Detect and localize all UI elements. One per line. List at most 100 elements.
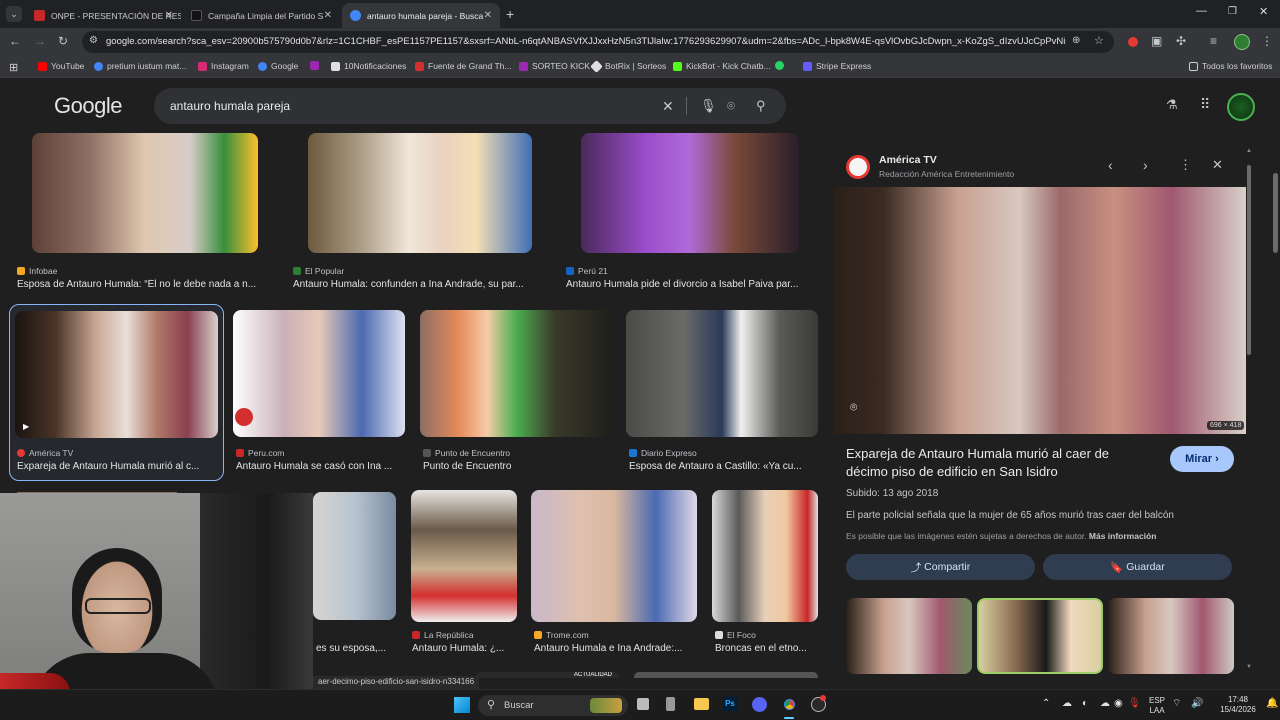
forward-icon[interactable]: → <box>34 34 46 48</box>
result-thumbnail[interactable] <box>233 310 405 437</box>
show-hidden-icons[interactable]: ⌃ <box>1042 699 1050 709</box>
result-card[interactable]: Infobae Esposa de Antauro Humala: “Él no… <box>0 133 280 298</box>
google-logo[interactable]: Google <box>54 93 122 119</box>
result-thumbnail[interactable]: ACTUALIDAD <box>476 672 619 678</box>
close-tab-icon[interactable]: ✕ <box>165 10 173 21</box>
panel-scroll-down-icon[interactable]: ▼ <box>1246 664 1252 670</box>
extension-icon[interactable]: ▣ <box>1151 34 1162 48</box>
account-avatar[interactable] <box>1227 93 1255 121</box>
address-bar[interactable]: ⚙ google.com/search?sca_esv=20900b575790… <box>82 31 1114 53</box>
result-card-selected[interactable]: ▶ América TV Expareja de Antauro Humala … <box>9 304 224 481</box>
tab-google-search[interactable]: antauro humala pareja - Busca ✕ <box>342 3 500 28</box>
apps-grid-icon[interactable]: ⊞ <box>9 61 18 74</box>
result-card[interactable]: Trome.com Antauro Humala e Ina Andrade:.… <box>528 490 703 660</box>
site-info-icon[interactable]: ⚙ <box>89 35 98 46</box>
file-explorer-icon[interactable] <box>694 698 709 710</box>
share-button[interactable]: ⤴ Compartir <box>846 554 1035 580</box>
more-options-icon[interactable]: ⋮ <box>1179 157 1192 173</box>
chrome-icon[interactable] <box>781 696 798 713</box>
result-title[interactable]: Broncas en el etno... <box>715 643 820 654</box>
network-icon[interactable]: ⌔ <box>1172 699 1181 709</box>
bookmark-sorteo-kick[interactable]: SORTEO KICK <box>519 61 590 71</box>
tray-app-icon[interactable]: ☁ <box>1062 699 1072 709</box>
result-thumbnail[interactable] <box>32 133 258 253</box>
result-title[interactable]: Expareja de Antauro Humala murió al c... <box>17 461 219 472</box>
page-scrollbar-thumb[interactable] <box>1273 173 1278 253</box>
result-title[interactable]: Antauro Humala e Ina Andrade:... <box>534 643 696 654</box>
clock[interactable]: 17:48 15/4/2026 <box>1218 695 1258 715</box>
bookmark-star-icon[interactable]: ☆ <box>1094 34 1104 47</box>
search-icon[interactable]: ⚲ <box>756 98 766 114</box>
related-image[interactable] <box>977 598 1103 674</box>
close-panel-icon[interactable]: ✕ <box>1212 157 1223 173</box>
result-title[interactable]: Antauro Humala se casó con Ina ... <box>236 461 406 472</box>
volume-icon[interactable]: 🔊 <box>1191 699 1203 709</box>
all-bookmarks[interactable]: Todos los favoritos <box>1189 61 1272 71</box>
notifications-icon[interactable]: 🔔 <box>1266 699 1278 709</box>
result-thumbnail[interactable] <box>712 490 818 622</box>
tab-tiktok[interactable]: Campaña Limpia del Partido S ✕ <box>183 3 340 28</box>
result-thumbnail[interactable] <box>531 490 697 622</box>
result-title[interactable]: Antauro Humala: confunden a Ina Andrade,… <box>293 279 549 290</box>
lens-icon[interactable]: ⌾ <box>727 98 735 114</box>
result-title[interactable]: Punto de Encuentro <box>423 461 613 472</box>
tab-search-icon[interactable]: ⌄ <box>6 6 22 22</box>
next-icon[interactable]: › <box>1143 157 1148 173</box>
chrome-menu-icon[interactable]: ⋮ <box>1261 34 1273 48</box>
close-tab-icon[interactable]: ✕ <box>484 10 492 21</box>
new-tab-icon[interactable]: + <box>506 6 514 22</box>
result-thumbnail[interactable] <box>313 492 396 620</box>
result-thumbnail[interactable] <box>634 672 818 678</box>
result-card[interactable]: Punto de Encuentro Punto de Encuentro <box>415 308 615 478</box>
bookmark-instagram[interactable]: Instagram <box>198 61 249 71</box>
result-thumbnail[interactable] <box>308 133 532 253</box>
bookmark-grandth[interactable]: Fuente de Grand Th... <box>415 61 511 71</box>
lens-search-icon[interactable]: ⌾ <box>850 400 857 415</box>
result-card[interactable]: Perú 21 Antauro Humala pide el divorcio … <box>560 133 820 298</box>
zoom-icon[interactable]: ⊕ <box>1072 35 1080 46</box>
tray-onedrive-icon[interactable]: ☁ <box>1100 699 1110 709</box>
result-thumbnail[interactable]: ▶ <box>15 311 218 438</box>
back-icon[interactable]: ← <box>9 34 21 48</box>
media-control-icon[interactable]: ≡ <box>1210 34 1217 48</box>
bookmark-pretium[interactable]: pretium iustum mat... <box>94 61 186 71</box>
result-card[interactable]: La República Antauro Humala: ¿... <box>408 490 523 660</box>
tray-edge-icon[interactable]: ◐ <box>1082 699 1088 709</box>
discord-icon[interactable] <box>752 697 767 712</box>
save-button[interactable]: 🔖 Guardar <box>1043 554 1232 580</box>
phone-link-icon[interactable] <box>666 697 675 711</box>
panel-title[interactable]: Expareja de Antauro Humala murió al caer… <box>846 445 1146 481</box>
preview-image[interactable]: ⌾ <box>834 187 1246 434</box>
bookmark-stripe[interactable]: Stripe Express <box>803 61 871 71</box>
tray-mic-icon[interactable]: 🎙 <box>1128 699 1141 709</box>
close-tab-icon[interactable]: ✕ <box>324 10 332 21</box>
result-card[interactable]: Diario Expreso Esposa de Antauro a Casti… <box>620 308 825 478</box>
previous-icon[interactable]: ‹ <box>1108 157 1113 173</box>
result-thumbnail[interactable] <box>581 133 799 253</box>
task-view-icon[interactable] <box>637 698 649 710</box>
result-thumbnail[interactable] <box>420 310 612 437</box>
bookmark-whatsapp[interactable] <box>775 61 788 70</box>
result-title[interactable]: Antauro Humala pide el divorcio a Isabel… <box>566 279 816 290</box>
panel-source-name[interactable]: América TV <box>879 154 937 166</box>
result-thumbnail[interactable] <box>626 310 818 437</box>
close-window-icon[interactable]: ✕ <box>1259 5 1268 18</box>
profile-avatar[interactable] <box>1234 34 1250 50</box>
result-card[interactable]: Peru.com Antauro Humala se casó con Ina … <box>230 308 410 478</box>
microphone-icon[interactable]: 🎙 <box>700 98 717 114</box>
extensions-puzzle-icon[interactable]: ✣ <box>1176 34 1186 48</box>
bookmark-youtube[interactable]: YouTube <box>38 61 84 71</box>
search-box[interactable]: antauro humala pareja ✕ 🎙 ⌾ ⚲ <box>154 88 786 124</box>
google-apps-icon[interactable]: ⠿ <box>1200 96 1210 113</box>
more-info-link[interactable]: Más información <box>1089 531 1157 541</box>
result-title[interactable]: Esposa de Antauro a Castillo: «Ya cu... <box>629 461 821 472</box>
taskbar-search[interactable]: ⚲ Buscar <box>478 695 628 716</box>
page-scrollbar[interactable] <box>1272 133 1280 678</box>
result-thumbnail[interactable] <box>411 490 517 622</box>
result-title[interactable]: es su esposa,... <box>316 643 401 654</box>
labs-flask-icon[interactable]: ⚗ <box>1166 97 1178 113</box>
clear-icon[interactable]: ✕ <box>662 98 674 115</box>
related-image[interactable] <box>1108 598 1234 674</box>
photoshop-icon[interactable]: Ps <box>723 697 737 711</box>
result-card[interactable]: El Foco Broncas en el etno... <box>708 490 823 660</box>
